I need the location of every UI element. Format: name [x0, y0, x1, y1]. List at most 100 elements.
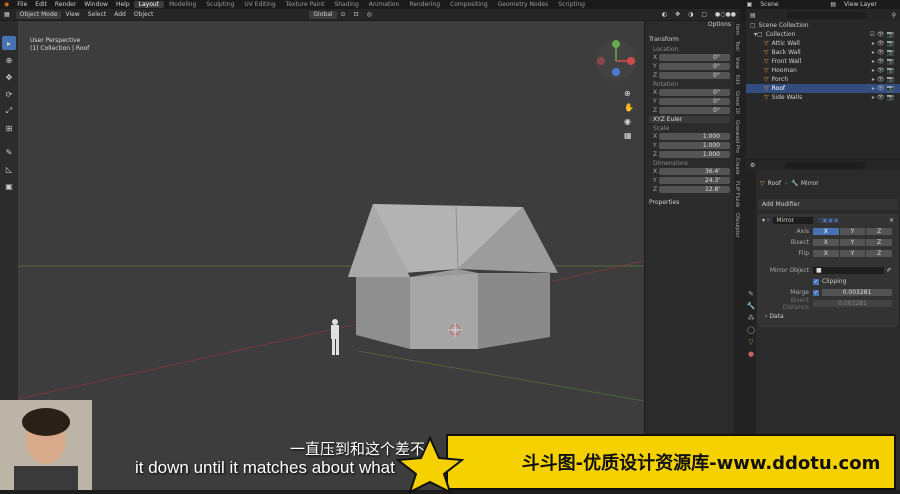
- overlay-icon[interactable]: ◑: [684, 11, 697, 18]
- scale-x-row[interactable]: X 1.000: [649, 132, 730, 140]
- dimensions-z-row[interactable]: Z 12.8': [649, 185, 730, 193]
- measure-tool-icon[interactable]: ◺: [2, 162, 16, 176]
- outliner-item-front-wall[interactable]: ▽ Front Wall ▸👁📷: [746, 57, 900, 66]
- modifier-name-input[interactable]: Mirror: [773, 216, 814, 224]
- location-z-row[interactable]: Z 0°: [649, 71, 730, 79]
- tab-shading[interactable]: Shading: [329, 1, 363, 8]
- menu-window[interactable]: Window: [80, 1, 112, 8]
- gizmo-icon[interactable]: ✥: [671, 11, 684, 18]
- scale-y-field[interactable]: 1.000: [659, 141, 730, 149]
- outliner-item-side-walls[interactable]: ▽ Side Walls ▸👁📷: [746, 93, 900, 102]
- bisect-y-toggle[interactable]: Y: [839, 239, 866, 246]
- rotate-tool-icon[interactable]: ⟳: [2, 87, 16, 101]
- ortho-toggle-icon[interactable]: ▦: [624, 131, 632, 140]
- tab-texture-paint[interactable]: Texture Paint: [281, 1, 330, 8]
- outliner-item-porch[interactable]: ▽ Porch ▸👁📷: [746, 75, 900, 84]
- modifier-tab-icon[interactable]: 🔧: [746, 302, 756, 310]
- physics-tab-icon[interactable]: ◯: [746, 326, 756, 334]
- transform-tool-icon[interactable]: ⊞: [2, 121, 16, 135]
- tab-item[interactable]: Item: [734, 21, 740, 38]
- rotation-mode-dropdown[interactable]: XYZ Euler: [649, 115, 730, 123]
- data-subpanel-header[interactable]: › Data: [759, 310, 897, 323]
- outliner-item-back-wall[interactable]: ▽ Back Wall ▸👁📷: [746, 48, 900, 57]
- visibility-toggles-icon[interactable]: ▸👁📷: [872, 94, 900, 101]
- tab-tool[interactable]: Tool: [734, 38, 740, 54]
- outliner-item-attic-wall[interactable]: ▽ Attic Wall ▸👁📷: [746, 39, 900, 48]
- properties-panel-header[interactable]: Properties: [645, 197, 734, 208]
- bisect-x-toggle[interactable]: X: [813, 239, 839, 246]
- dimensions-x-row[interactable]: X 36.4': [649, 167, 730, 175]
- tab-animation[interactable]: Animation: [364, 1, 405, 8]
- tab-osculptor[interactable]: OSculptor: [734, 210, 740, 241]
- collapse-icon[interactable]: ▾: [762, 217, 765, 224]
- modifier-close-icon[interactable]: ✕: [889, 217, 894, 224]
- visibility-toggles-icon[interactable]: ▸👁📷: [872, 58, 900, 65]
- data-tab-icon[interactable]: ▽: [746, 338, 756, 346]
- cursor-tool-icon[interactable]: ⊕: [2, 53, 16, 67]
- clipping-checkbox[interactable]: ✓: [813, 278, 819, 285]
- location-x-row[interactable]: X 0°: [649, 53, 730, 61]
- options-button[interactable]: Options: [645, 21, 735, 31]
- filter-icon[interactable]: ⚲: [892, 12, 896, 19]
- axis-y-toggle[interactable]: Y: [839, 228, 866, 235]
- rotation-z-row[interactable]: Z 0°: [649, 106, 730, 114]
- tab-uv-editing[interactable]: UV Editing: [239, 1, 280, 8]
- rotation-mode-row[interactable]: XYZ Euler: [649, 115, 730, 123]
- pan-hand-icon[interactable]: ✋: [624, 103, 634, 112]
- outliner-search-input[interactable]: [785, 11, 866, 19]
- pivot-icon[interactable]: ⊙: [337, 11, 350, 18]
- menu-add[interactable]: Add: [110, 11, 130, 18]
- location-y-row[interactable]: Y 0°: [649, 62, 730, 70]
- tab-graswald[interactable]: Graswald Pro: [734, 117, 740, 156]
- visibility-toggles-icon[interactable]: ▸👁📷: [872, 76, 900, 83]
- merge-distance-field[interactable]: 0.003281: [822, 289, 892, 296]
- particles-tab-icon[interactable]: ⁂: [746, 314, 756, 322]
- visibility-toggles-icon[interactable]: ▸👁📷: [872, 67, 900, 74]
- menu-select[interactable]: Select: [84, 11, 111, 18]
- collection-row[interactable]: ▾▢ Collection ☑👁📷: [746, 30, 900, 39]
- xray-icon[interactable]: ▢: [697, 11, 711, 18]
- flip-x-toggle[interactable]: X: [813, 250, 839, 257]
- modifier-display-toggles-icon[interactable]: ▽▣▣◉: [817, 217, 838, 224]
- outliner-item-hooman[interactable]: ▽ Hooman ▸👁📷: [746, 66, 900, 75]
- view-layer-selector[interactable]: View Layer: [840, 1, 900, 8]
- visibility-toggles-icon[interactable]: ☑👁📷: [870, 31, 900, 38]
- blender-logo-icon[interactable]: ◉: [0, 1, 13, 8]
- tab-compositing[interactable]: Compositing: [445, 1, 493, 8]
- location-x-field[interactable]: 0°: [659, 53, 730, 61]
- rotation-y-row[interactable]: Y 0°: [649, 97, 730, 105]
- tool-tab-icon[interactable]: ✎: [746, 290, 756, 298]
- rotation-x-field[interactable]: 0°: [659, 88, 730, 96]
- flip-y-toggle[interactable]: Y: [839, 250, 866, 257]
- rotation-z-field[interactable]: 0°: [659, 106, 730, 114]
- scene-selector[interactable]: Scene: [756, 1, 826, 8]
- tab-create[interactable]: Create: [734, 155, 740, 178]
- tab-view[interactable]: View: [734, 54, 740, 72]
- tab-scripting[interactable]: Scripting: [553, 1, 590, 8]
- editor-type-icon[interactable]: ▦: [0, 11, 14, 18]
- axis-x-toggle[interactable]: X: [813, 228, 839, 235]
- annotate-tool-icon[interactable]: ✎: [2, 145, 16, 159]
- mirror-object-field[interactable]: ■: [813, 267, 884, 274]
- visibility-toggles-icon[interactable]: ▸👁📷: [872, 85, 900, 92]
- tab-layout[interactable]: Layout: [133, 1, 165, 8]
- bisect-distance-field[interactable]: 0.003281: [813, 300, 892, 307]
- add-modifier-dropdown[interactable]: Add Modifier: [758, 199, 898, 210]
- menu-object[interactable]: Object: [130, 11, 158, 18]
- rotation-x-row[interactable]: X 0°: [649, 88, 730, 96]
- scale-z-row[interactable]: Z 1.000: [649, 150, 730, 158]
- bisect-z-toggle[interactable]: Z: [866, 239, 893, 246]
- outliner-editor-icon[interactable]: ▤: [750, 12, 756, 19]
- shading-modes-icon[interactable]: ●○●●: [711, 11, 740, 18]
- snap-icon[interactable]: ⊡: [350, 11, 363, 18]
- menu-render[interactable]: Render: [51, 1, 80, 8]
- eyedropper-icon[interactable]: ✐: [885, 267, 893, 274]
- visibility-toggles-icon[interactable]: ▸👁📷: [872, 40, 900, 47]
- scale-tool-icon[interactable]: ⤢: [2, 104, 16, 118]
- tab-rendering[interactable]: Rendering: [404, 1, 445, 8]
- dimensions-z-field[interactable]: 12.8': [659, 185, 730, 193]
- scene-collection-row[interactable]: ▢ Scene Collection: [746, 21, 900, 30]
- tab-grove[interactable]: Grove 10: [734, 88, 740, 117]
- move-tool-icon[interactable]: ✥: [2, 70, 16, 84]
- tab-modeling[interactable]: Modeling: [164, 1, 201, 8]
